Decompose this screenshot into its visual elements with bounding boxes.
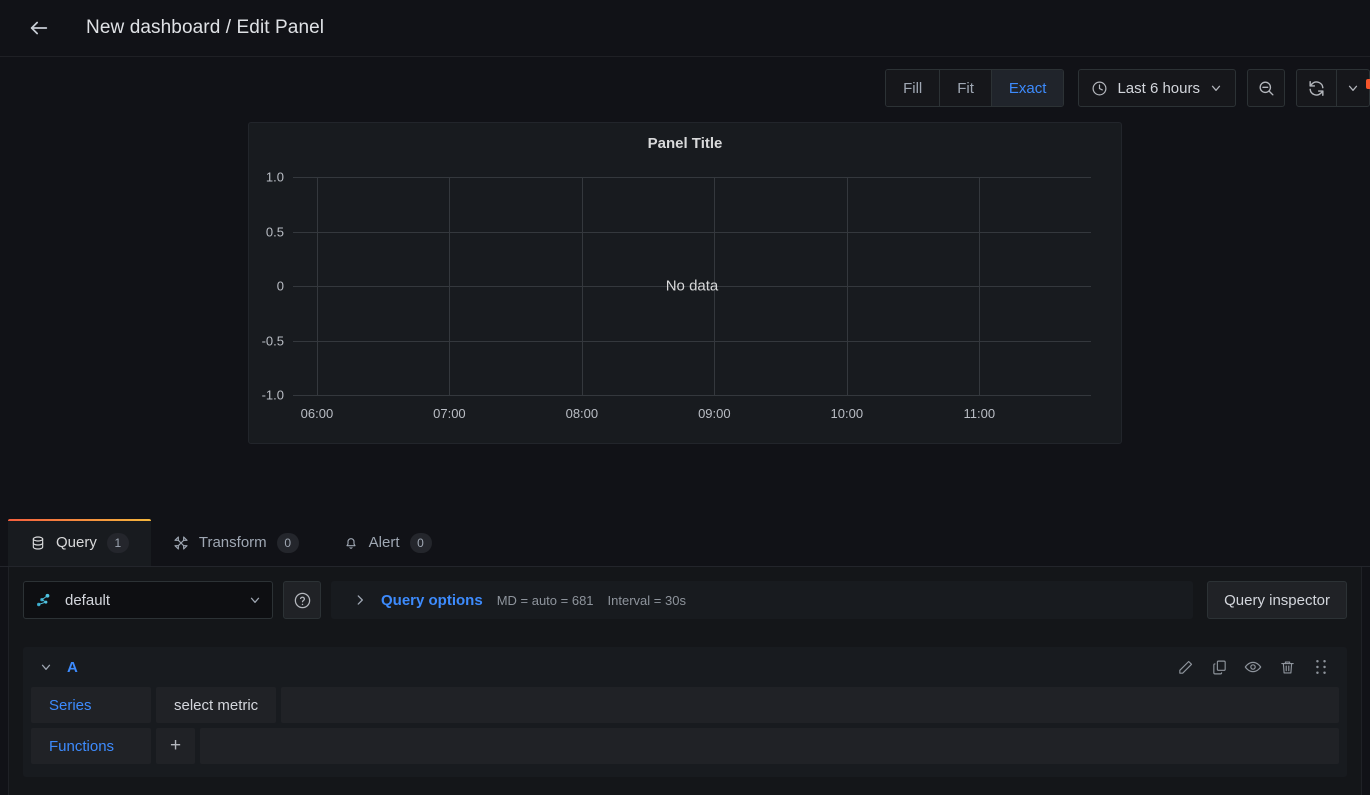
gridline-vertical [449,177,451,395]
functions-label[interactable]: Functions [31,728,151,764]
query-row-body: Series select metric Functions + [23,687,1347,777]
functions-row-filler [200,728,1339,764]
page-title: New dashboard / Edit Panel [86,17,325,38]
drag-handle-icon[interactable] [1311,657,1331,677]
query-inspector-button[interactable]: Query inspector [1207,581,1347,619]
refresh-icon [1309,80,1324,96]
panel-preview: Panel Title 1.0 0.5 0 -0.5 -1.0 06:00 07… [248,122,1122,444]
panel-title: Panel Title [647,135,723,152]
x-axis-tick: 10:00 [830,406,864,421]
functions-row: Functions + [31,728,1339,764]
question-circle-icon [294,592,310,608]
chevron-down-icon [1348,85,1358,91]
remove-query-icon[interactable] [1277,657,1297,677]
query-row-header: A [23,647,1347,687]
arrow-left-icon [30,21,48,35]
tab-transform[interactable]: Transform 0 [151,519,321,566]
zoom-out-button[interactable] [1247,69,1285,107]
refresh-button[interactable] [1297,70,1337,106]
gridline-horizontal [293,177,1091,178]
datasource-row: default Query options MD = auto = 681 In… [23,581,1347,619]
panel-size-mode-group: Fill Fit Exact [885,69,1065,107]
zoom-out-icon [1258,80,1274,96]
y-axis-tick: -1.0 [261,387,284,403]
y-axis-tick: 0.5 [265,224,284,239]
series-row: Series select metric [31,687,1339,723]
refresh-interval-dropdown[interactable] [1337,70,1369,106]
plot-area[interactable]: 1.0 0.5 0 -0.5 -1.0 06:00 07:00 08:00 09… [262,170,1091,421]
series-row-filler [281,687,1339,723]
gridline-vertical [846,177,848,395]
datasource-picker[interactable]: default [23,581,273,619]
graphite-datasource-icon [37,593,50,606]
gridline-vertical [581,177,583,395]
tab-query-label: Query [56,534,97,551]
chevron-down-icon [250,597,260,603]
transform-icon [174,535,188,550]
tab-transform-label: Transform [198,534,267,551]
query-options-row[interactable]: Query options MD = auto = 681 Interval =… [331,581,1194,619]
x-axis-tick: 07:00 [433,406,466,421]
query-row-actions [1175,657,1339,677]
visualization-area: Panel Title 1.0 0.5 0 -0.5 -1.0 06:00 07… [0,119,1370,519]
y-axis-tick: -0.5 [261,333,284,348]
x-axis-tick: 09:00 [698,406,731,421]
tab-alert-badge: 0 [409,532,432,553]
query-editor: default Query options MD = auto = 681 In… [8,567,1362,795]
series-metric-select[interactable]: select metric [156,687,277,723]
discard-button-edge[interactable] [1366,79,1370,89]
app-header: New dashboard / Edit Panel [0,0,1370,57]
datasource-name: default [65,591,111,609]
series-label[interactable]: Series [31,687,151,723]
y-axis-tick: 0 [276,278,284,294]
chevron-down-icon[interactable] [39,660,53,674]
timeseries-chart: 1.0 0.5 0 -0.5 -1.0 06:00 07:00 08:00 09… [249,161,1121,443]
query-ref-id[interactable]: A [67,659,78,676]
tab-alert[interactable]: Alert 0 [321,519,454,566]
query-options-label[interactable]: Query options [381,592,483,609]
duplicate-query-icon[interactable] [1209,657,1229,677]
tab-query-badge: 1 [106,532,129,553]
clock-icon [1092,81,1107,95]
tab-alert-label: Alert [368,534,400,551]
max-data-points-info: MD = auto = 681 [496,592,594,608]
size-mode-fit[interactable]: Fit [940,70,992,106]
add-function-button[interactable]: + [156,728,196,764]
gridline-horizontal [293,395,1091,396]
tab-query[interactable]: Query 1 [8,519,151,566]
bell-icon [346,537,356,549]
tab-transform-badge: 0 [276,532,299,553]
gridline-horizontal [293,231,1091,233]
size-mode-exact[interactable]: Exact [991,70,1064,106]
edit-query-icon[interactable] [1175,657,1195,677]
toggle-visibility-icon[interactable] [1243,657,1263,677]
chevron-down-icon [1211,85,1221,91]
datasource-help-button[interactable] [283,581,321,619]
query-row-a: A Series select metric Functions + [23,647,1347,777]
back-button[interactable] [20,9,58,47]
y-axis-tick: 1.0 [265,169,284,185]
gridline-vertical [979,177,981,395]
editor-tabs: Query 1 Transform 0 Alert 0 [0,519,1370,567]
gridline-vertical [316,177,318,395]
x-axis-tick: 11:00 [963,406,996,421]
no-data-message: No data [665,277,719,295]
x-axis-tick: 06:00 [300,406,334,421]
size-mode-fill[interactable]: Fill [886,70,941,106]
refresh-button-group [1296,69,1370,107]
time-range-picker[interactable]: Last 6 hours [1078,69,1236,107]
interval-info: Interval = 30s [607,592,686,608]
database-icon [32,535,44,550]
panel-toolbar: Fill Fit Exact Last 6 hours [0,57,1370,119]
gridline-horizontal [293,340,1091,342]
time-range-label: Last 6 hours [1117,79,1200,97]
x-axis-tick: 08:00 [565,406,599,421]
chevron-right-icon [357,595,363,605]
